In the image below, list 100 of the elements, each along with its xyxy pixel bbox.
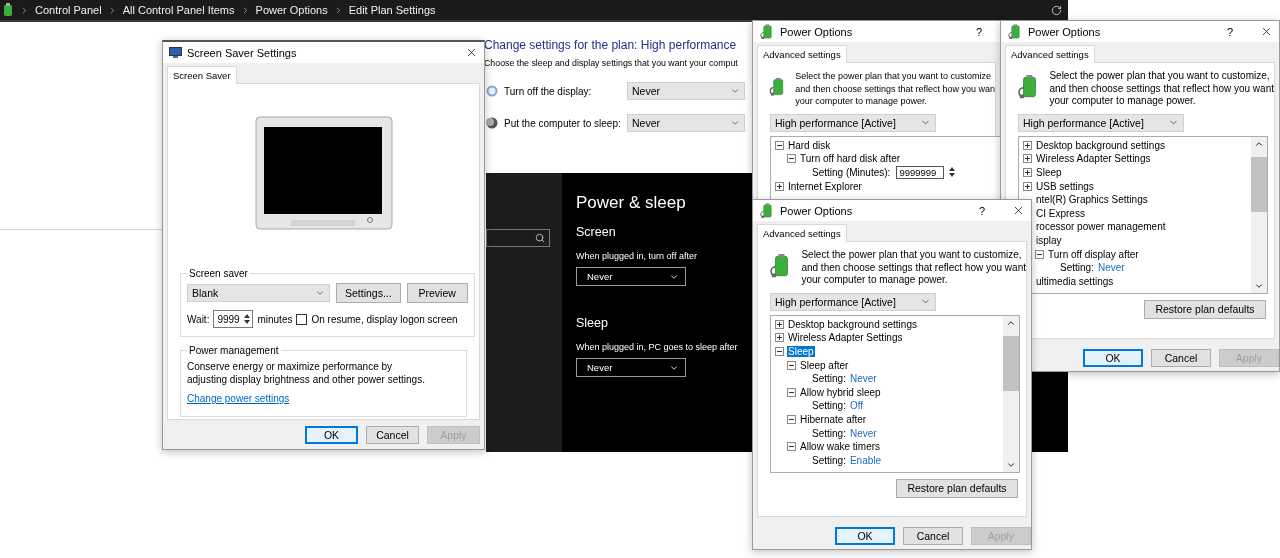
tree-item[interactable]: Hibernate after: [799, 413, 868, 425]
wait-field[interactable]: 9999: [213, 310, 254, 328]
collapse-icon[interactable]: [787, 387, 796, 397]
help-button[interactable]: ?: [978, 204, 985, 217]
plan-dropdown[interactable]: High performance [Active]: [1018, 113, 1184, 132]
monitor-icon: [169, 46, 182, 59]
breadcrumb[interactable]: Power Options: [255, 4, 328, 16]
tree-item[interactable]: Turn off display after: [1047, 248, 1140, 260]
breadcrumb[interactable]: All Control Panel Items: [122, 4, 235, 16]
description-text: your computer to manage power.: [1049, 95, 1197, 108]
dialog-button[interactable]: Cancel: [903, 527, 963, 545]
tab[interactable]: Advanced settings: [757, 45, 847, 63]
page-title: Change settings for the plan: High performance: [484, 38, 738, 52]
tree-item[interactable]: Setting:: [811, 400, 847, 412]
dialog-button[interactable]: Cancel: [1151, 349, 1211, 367]
close-icon[interactable]: [1012, 204, 1025, 217]
description-text: Select the power plan that you want to customize: [795, 70, 992, 83]
setting-label: When plugged in, turn off after: [576, 251, 697, 261]
expand-icon[interactable]: [1023, 168, 1032, 177]
dialog-button[interactable]: Cancel: [366, 426, 419, 444]
tree-item[interactable]: Wireless Adapter Settings: [787, 332, 904, 344]
collapse-icon[interactable]: [775, 347, 784, 356]
expand-icon[interactable]: [1023, 140, 1032, 150]
setting-value[interactable]: Enable: [849, 454, 882, 466]
dialog-button[interactable]: OK: [305, 426, 358, 444]
plan-dropdown[interactable]: High performance [Active]: [770, 292, 936, 311]
tree-item[interactable]: CI Express: [1035, 207, 1086, 219]
setting-dropdown[interactable]: Never: [576, 358, 686, 377]
dialog-button[interactable]: OK: [835, 527, 895, 545]
chevron-icon: [730, 118, 740, 128]
screen-saver-dropdown[interactable]: Blank: [187, 284, 330, 302]
tree-item[interactable]: Sleep after: [799, 359, 850, 371]
expand-icon[interactable]: [775, 181, 784, 191]
help-button[interactable]: ?: [975, 25, 982, 38]
tree-item[interactable]: Setting:: [1059, 262, 1095, 274]
tree-item[interactable]: Sleep: [787, 346, 815, 357]
tree-item[interactable]: Allow hybrid sleep: [799, 386, 882, 398]
restore-defaults-button[interactable]: Restore plan defaults: [896, 478, 1018, 498]
collapse-icon[interactable]: [775, 140, 784, 150]
tree-item[interactable]: ultimedia settings: [1035, 275, 1115, 287]
setting-value[interactable]: Never: [849, 427, 877, 439]
tree-item[interactable]: Desktop background settings: [1035, 139, 1166, 151]
tree-item[interactable]: Turn off hard disk after: [799, 153, 902, 165]
expand-icon[interactable]: [775, 319, 784, 329]
expand-icon[interactable]: [775, 333, 784, 343]
setting-label: Turn off the display:: [504, 85, 593, 97]
setting-dropdown[interactable]: Never: [576, 267, 686, 286]
tree-item[interactable]: Setting:: [811, 454, 847, 466]
description-text: your computer to manage power.: [795, 95, 928, 108]
spinner-arrows-icon[interactable]: [242, 312, 253, 326]
tree-item[interactable]: Internet Explorer: [787, 180, 863, 192]
setting-dropdown[interactable]: Never: [627, 114, 745, 132]
screen-saver-button[interactable]: Settings...: [336, 283, 401, 303]
section-heading: Screen: [576, 225, 616, 239]
close-icon[interactable]: [1260, 25, 1273, 38]
screen-saver-button[interactable]: Preview: [406, 283, 468, 303]
tree-item[interactable]: rocessor power management: [1035, 221, 1167, 233]
minutes-field[interactable]: 9999999: [896, 166, 945, 179]
tree-item[interactable]: Sleep: [1035, 167, 1063, 178]
tab[interactable]: Advanced settings: [1005, 45, 1095, 63]
collapse-icon[interactable]: [787, 360, 796, 370]
unit-label: minutes: [257, 313, 293, 325]
scrollbar-thumb[interactable]: [1003, 335, 1019, 392]
close-icon[interactable]: [465, 46, 478, 59]
section-heading: Sleep: [576, 316, 608, 330]
tree-item[interactable]: ntel(R) Graphics Settings: [1035, 194, 1149, 206]
collapse-icon[interactable]: [787, 442, 796, 452]
tree-item[interactable]: Wireless Adapter Settings: [1035, 153, 1152, 165]
plan-dropdown[interactable]: High performance [Active]: [770, 113, 936, 132]
dialog-button[interactable]: OK: [1083, 349, 1143, 367]
checkbox[interactable]: [296, 313, 308, 325]
tab[interactable]: Screen Saver: [167, 66, 237, 84]
setting-value[interactable]: Off: [849, 400, 864, 412]
expand-icon[interactable]: [1023, 181, 1032, 191]
setting-value[interactable]: Never: [1097, 262, 1125, 274]
tree-item[interactable]: Setting:: [811, 427, 847, 439]
tree-item[interactable]: USB settings: [1035, 180, 1095, 192]
setting-value[interactable]: Never: [849, 373, 877, 385]
collapse-icon[interactable]: [787, 154, 796, 164]
setting-label: Put the computer to sleep:: [504, 117, 621, 129]
refresh-icon[interactable]: [1051, 4, 1062, 16]
tree-item[interactable]: Setting (Minutes):: [811, 167, 892, 178]
collapse-icon[interactable]: [1035, 249, 1044, 259]
help-button[interactable]: ?: [1226, 25, 1233, 38]
scrollbar-thumb[interactable]: [1251, 156, 1267, 213]
tree-item[interactable]: Setting:: [811, 373, 847, 385]
restore-defaults-button[interactable]: Restore plan defaults: [1144, 299, 1266, 319]
collapse-icon[interactable]: [787, 414, 796, 424]
setting-dropdown[interactable]: Never: [627, 82, 745, 100]
tab[interactable]: Advanced settings: [757, 224, 847, 242]
chevron-icon: [315, 288, 325, 298]
change-power-settings-link[interactable]: Change power settings: [187, 393, 290, 404]
tree-item[interactable]: Hard disk: [787, 139, 832, 151]
tree-item[interactable]: Allow wake timers: [799, 441, 882, 453]
breadcrumb[interactable]: Control Panel: [35, 4, 102, 16]
tree-item[interactable]: isplay: [1035, 234, 1063, 246]
tree-item[interactable]: Desktop background settings: [787, 318, 918, 330]
breadcrumb[interactable]: Edit Plan Settings: [348, 4, 436, 16]
expand-icon[interactable]: [1023, 154, 1032, 164]
search-field[interactable]: [486, 229, 550, 247]
